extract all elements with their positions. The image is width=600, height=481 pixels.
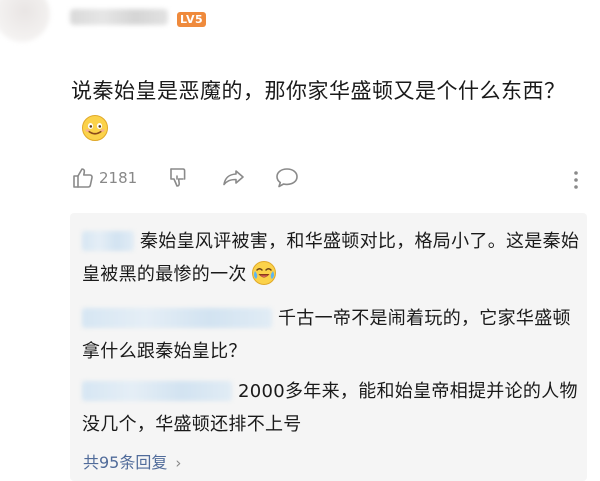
reply-item[interactable]: 秦始皇风评被害，和华盛顿对比，格局小了。这是秦始皇被黑的最惨的一次 xyxy=(82,225,582,291)
comment-actions: 2181 xyxy=(71,166,591,194)
share-icon xyxy=(223,170,244,186)
thumbs-down-icon xyxy=(170,168,186,187)
reply-button[interactable] xyxy=(274,166,300,190)
view-more-replies-link[interactable]: 共95条回复 › xyxy=(83,449,181,473)
more-icon xyxy=(574,171,578,189)
avatar[interactable] xyxy=(0,0,50,42)
thumbs-up-icon xyxy=(73,168,93,188)
smile-emoji xyxy=(82,115,108,141)
like-count: 2181 xyxy=(99,169,138,187)
comment-icon xyxy=(276,168,298,188)
reply-item[interactable]: 2000多年来，能和始皇帝相提并论的人物没几个，华盛顿还排不上号 xyxy=(82,375,582,441)
comment-body: 说秦始皇是恶魔的，那你家华盛顿又是个什么东西？ xyxy=(71,72,576,150)
crying-laugh-emoji xyxy=(251,261,276,285)
share-button[interactable] xyxy=(221,166,247,190)
chevron-right-icon: › xyxy=(175,454,182,472)
reply-username-redacted[interactable] xyxy=(82,381,232,401)
reply-text: 秦始皇风评被害，和华盛顿对比，格局小了。这是秦始皇被黑的最惨的一次 xyxy=(82,231,580,285)
reply-username-redacted[interactable] xyxy=(82,308,272,328)
comment-header: LV5 xyxy=(0,0,600,60)
dislike-button[interactable] xyxy=(166,166,190,190)
replies-panel: 秦始皇风评被害，和华盛顿对比，格局小了。这是秦始皇被黑的最惨的一次 千古一帝不是… xyxy=(70,213,587,481)
reply-username-redacted[interactable] xyxy=(82,231,134,251)
like-button[interactable]: 2181 xyxy=(71,166,137,190)
reply-item[interactable]: 千古一帝不是闹着玩的，它家华盛顿拿什么跟秦始皇比？ xyxy=(82,302,582,368)
comment-text: 说秦始皇是恶魔的，那你家华盛顿又是个什么东西？ xyxy=(71,79,566,103)
more-button[interactable] xyxy=(573,170,579,194)
level-badge: LV5 xyxy=(177,12,207,27)
username-redacted[interactable] xyxy=(70,9,168,25)
view-more-label: 共95条回复 xyxy=(83,453,168,472)
